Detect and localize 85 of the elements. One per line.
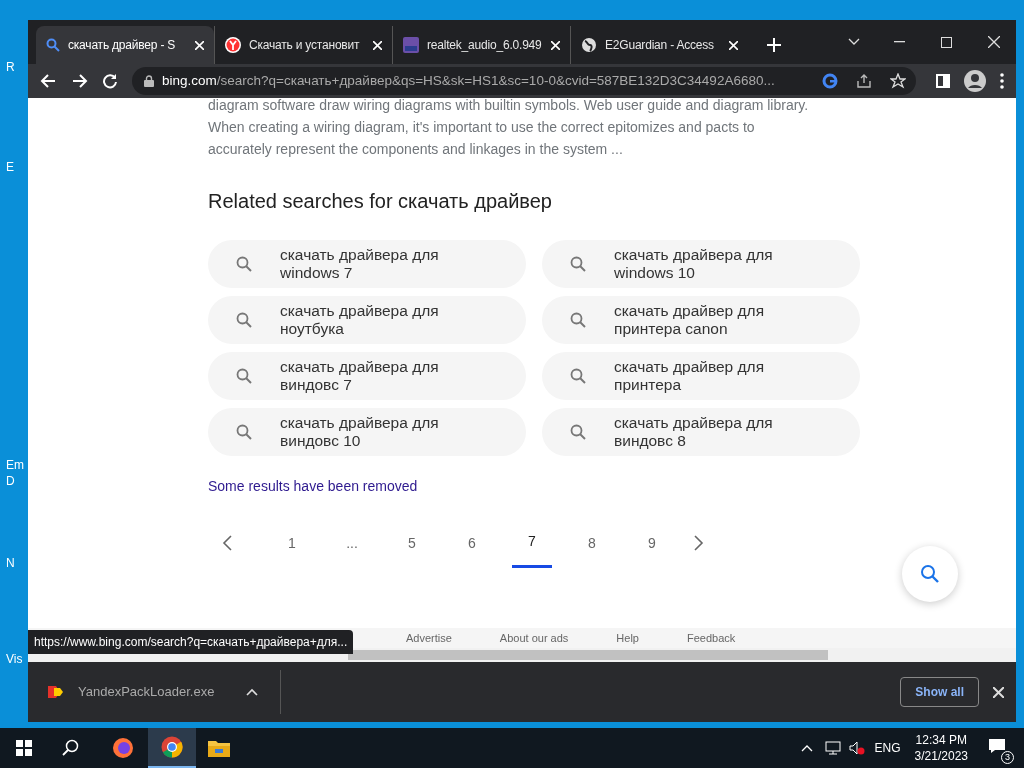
globe-icon [581, 37, 597, 53]
desktop-icon-label[interactable]: E [6, 158, 14, 176]
removed-results-link[interactable]: Some results have been removed [208, 476, 860, 497]
lock-icon [144, 75, 154, 87]
desktop-icon-label[interactable]: Vis [6, 650, 23, 668]
plus-icon [767, 38, 781, 52]
related-search-pill[interactable]: скачать драйвера для виндовс 10 [208, 408, 526, 456]
close-icon[interactable] [993, 686, 1004, 698]
status-url-tooltip: https://www.bing.com/search?q=скачать+драйвера+для... [28, 630, 354, 654]
tab-title: скачать драйвер - S [68, 37, 177, 54]
tab-title: E2Guardian - Access [605, 37, 715, 54]
related-search-pill[interactable]: скачать драйвер для принтера [542, 352, 860, 400]
footer-link[interactable]: About our ads [499, 630, 569, 647]
footer-link[interactable]: Advertise [406, 630, 452, 647]
back-icon[interactable] [40, 73, 56, 89]
search-button[interactable] [902, 546, 958, 602]
yandex-icon [225, 37, 241, 53]
notification-count-badge: 3 [1001, 751, 1014, 764]
search-icon [920, 564, 940, 584]
clock-date[interactable]: 3/21/2023 [914, 748, 968, 764]
muted-speaker-icon[interactable] [848, 741, 865, 755]
related-search-pill[interactable]: скачать драйвера для ноутбука [208, 296, 526, 344]
google-icon[interactable] [822, 73, 838, 89]
share-icon[interactable] [856, 73, 872, 89]
search-icon[interactable] [62, 739, 80, 757]
language-indicator[interactable]: ENG [874, 739, 901, 757]
maximize-icon[interactable] [941, 36, 952, 48]
url-text: bing.com/search?q=скачать+драйвер&qs=HS&sk=HS1&sc=10-0&cvid=587BE132D3C34492A6680... [162, 71, 776, 90]
close-icon[interactable] [988, 36, 1000, 48]
search-icon [570, 424, 586, 440]
tab-title: realtek_audio_6.0.949 [427, 37, 543, 54]
desktop-icon-label[interactable]: Em [6, 456, 24, 474]
show-all-button[interactable]: Show all [900, 677, 979, 707]
search-icon [570, 312, 586, 328]
related-search-pill[interactable]: скачать драйвер для принтера canon [542, 296, 860, 344]
desktop-icon-label[interactable]: N [6, 554, 15, 572]
menu-icon[interactable] [1000, 73, 1004, 89]
reload-icon[interactable] [102, 73, 118, 89]
related-search-pill[interactable]: скачать драйвера для windows 7 [208, 240, 526, 288]
network-icon[interactable] [824, 741, 841, 755]
star-icon[interactable] [890, 73, 906, 89]
footer-link[interactable]: Help [616, 630, 639, 647]
result-snippet: diagram software draw wiring diagrams with builtin symbols. Web user guide and diagram library. When creating a wiring diagram, it's important to use the correct epitomizes and pacts to accurately represent the components and linkages in the system ... [208, 98, 810, 159]
chrome-taskbar-button[interactable] [148, 728, 196, 768]
search-icon [236, 312, 252, 328]
related-search-pill[interactable]: скачать драйвера для windows 10 [542, 240, 860, 288]
yandex-app-icon [46, 684, 64, 700]
page-link[interactable]: 7 [512, 518, 552, 568]
windows-start-icon[interactable] [16, 740, 32, 756]
page-link[interactable]: 5 [392, 518, 432, 568]
sidebar-icon[interactable] [936, 74, 950, 88]
desktop-icon-label[interactable]: D [6, 472, 15, 490]
previous-page-icon[interactable] [222, 535, 232, 551]
chrome-icon [161, 736, 183, 758]
tab-title: Скачать и установит [249, 37, 361, 54]
notification-icon[interactable] [988, 738, 1006, 754]
footer-link[interactable]: Feedback [687, 630, 736, 647]
upload-site-icon [403, 37, 419, 53]
forward-icon[interactable] [72, 73, 88, 89]
profile-avatar-icon[interactable] [964, 70, 986, 92]
search-icon [236, 368, 252, 384]
download-filename[interactable]: YandexPackLoader.exe [78, 682, 215, 702]
folder-icon[interactable] [208, 739, 230, 757]
firefox-icon[interactable] [112, 737, 134, 759]
address-bar[interactable]: bing.com/search?q=скачать+драйвер&qs=HS&sk=HS1&sc=10-0&cvid=587BE132D3C34492A6680... [132, 67, 916, 95]
page-link[interactable]: 8 [572, 518, 612, 568]
page-link[interactable]: 9 [632, 518, 672, 568]
browser-tab[interactable]: скачать драйвер - S [36, 26, 214, 64]
search-icon [570, 368, 586, 384]
desktop-icon-label[interactable]: R [6, 58, 15, 76]
next-page-icon[interactable] [694, 535, 704, 551]
related-searches-heading: Related searches for скачать драйвер [208, 189, 553, 214]
page-link[interactable]: 6 [452, 518, 492, 568]
minimize-icon[interactable] [894, 41, 905, 43]
page-link[interactable]: ... [332, 518, 372, 568]
search-icon [236, 424, 252, 440]
chevron-down-icon[interactable] [848, 38, 860, 46]
page-link[interactable]: 1 [272, 518, 312, 568]
chevron-up-icon[interactable] [246, 688, 259, 696]
clock-time[interactable]: 12:34 PM [915, 732, 967, 748]
search-icon [46, 38, 60, 52]
search-icon [236, 256, 252, 272]
search-icon [570, 256, 586, 272]
related-search-pill[interactable]: скачать драйвера для виндовс 7 [208, 352, 526, 400]
related-search-pill[interactable]: скачать драйвера для виндовс 8 [542, 408, 860, 456]
